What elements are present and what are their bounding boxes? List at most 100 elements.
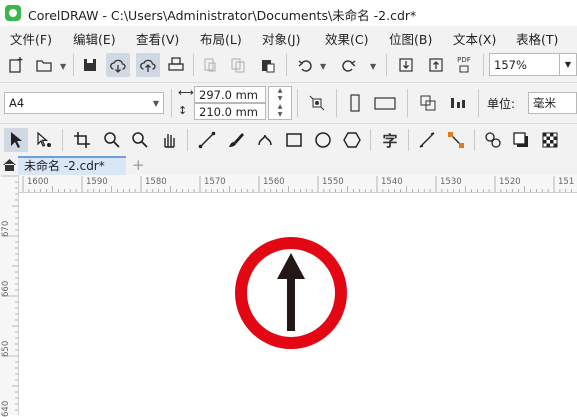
menu-text[interactable]: 文本(X) — [453, 29, 496, 48]
chevron-down-icon: ▼ — [152, 98, 159, 108]
menu-edit[interactable]: 编辑(E) — [73, 29, 116, 48]
export-icon[interactable] — [424, 53, 448, 77]
units-select[interactable]: 毫米 — [528, 92, 577, 114]
one-way-sign[interactable] — [233, 235, 349, 351]
separator — [62, 129, 63, 151]
ruler-label: 1520 — [499, 177, 521, 187]
menu-file[interactable]: 文件(F) — [10, 29, 52, 48]
redo-icon[interactable] — [336, 53, 360, 77]
cut-icon[interactable] — [198, 53, 222, 77]
menu-effects[interactable]: 效果(C) — [325, 29, 368, 48]
cloud-upload-icon[interactable] — [136, 53, 160, 77]
ellipse-tool-icon[interactable] — [311, 128, 335, 152]
ruler-label: 1600 — [27, 177, 49, 187]
drop-shadow-tool-icon[interactable] — [509, 128, 533, 152]
artistic-media-tool-icon[interactable] — [224, 128, 248, 152]
separator — [336, 89, 337, 117]
separator — [408, 129, 409, 151]
connector-tool-icon[interactable] — [444, 128, 468, 152]
zoom-level-field[interactable]: 157% — [489, 53, 560, 76]
zoom-dropdown-icon[interactable]: ▼ — [560, 53, 577, 76]
home-icon[interactable] — [2, 158, 17, 175]
landscape-orientation-icon[interactable] — [373, 91, 397, 115]
open-folder-icon[interactable] — [32, 53, 56, 77]
document-tab-strip: 未命名 -2.cdr* + — [0, 155, 577, 175]
ruler-label: 1590 — [86, 177, 108, 187]
title-bar: CorelDRAW - C:\Users\Administrator\Docum… — [0, 0, 577, 26]
page-size-value: A4 — [9, 96, 25, 110]
publish-pdf-icon[interactable]: PDF — [452, 53, 476, 77]
undo-dropdown-icon[interactable]: ▼ — [320, 62, 326, 71]
ruler-label: 1540 — [381, 177, 403, 187]
undo-icon[interactable] — [294, 53, 318, 77]
transparency-tool-icon[interactable] — [538, 128, 562, 152]
page-width-icon: ⟷ — [178, 86, 194, 99]
all-pages-icon[interactable] — [416, 91, 440, 115]
page-size-select[interactable]: A4 ▼ — [4, 92, 164, 114]
window-title: CorelDRAW - C:\Users\Administrator\Docum… — [28, 8, 417, 23]
paste-icon[interactable] — [256, 53, 280, 77]
ruler-label: 660 — [1, 280, 11, 297]
separator — [478, 89, 479, 117]
separator — [386, 54, 387, 76]
add-tab-icon[interactable]: + — [132, 156, 145, 174]
portrait-orientation-icon[interactable] — [343, 91, 367, 115]
ruler-label: 650 — [1, 340, 11, 357]
import-icon[interactable] — [394, 53, 418, 77]
dimension-tool-icon[interactable] — [415, 128, 439, 152]
menu-bitmap[interactable]: 位图(B) — [389, 29, 432, 48]
menu-object[interactable]: 对象(J) — [262, 29, 300, 48]
pick-tool-icon[interactable] — [4, 128, 28, 152]
horizontal-ruler[interactable]: 1600 1590 1580 1570 1560 1550 1540 1530 … — [18, 175, 577, 193]
page-width-field[interactable]: 297.0 mm — [194, 86, 266, 103]
page-size-stepper[interactable]: ▲ ▼ ▲ ▼ — [268, 86, 292, 120]
zoom-tool-icon[interactable] — [100, 128, 124, 152]
vertical-ruler[interactable]: 670 660 650 640 — [0, 175, 19, 417]
ruler-label: 1530 — [440, 177, 462, 187]
text-tool-icon[interactable]: 字 — [378, 128, 402, 152]
pen-tool-icon[interactable] — [253, 128, 277, 152]
ruler-label: 1570 — [204, 177, 226, 187]
open-dropdown-icon[interactable]: ▼ — [60, 62, 66, 71]
copy-icon[interactable] — [226, 53, 250, 77]
separator — [370, 129, 371, 151]
ruler-label: 151 — [558, 177, 575, 187]
zoom-out-icon[interactable] — [128, 128, 152, 152]
separator — [297, 89, 298, 117]
units-value: 毫米 — [533, 96, 556, 110]
separator — [407, 89, 408, 117]
pan-tool-icon[interactable] — [157, 128, 181, 152]
drawing-canvas[interactable] — [19, 193, 577, 415]
pdf-label: PDF — [457, 56, 471, 64]
redo-dropdown-icon[interactable]: ▼ — [370, 62, 376, 71]
property-bar: A4 ▼ ⟷ ↕ 297.0 mm 210.0 mm ▲ ▼ ▲ ▼ 单位: 毫米 — [0, 83, 577, 124]
print-icon[interactable] — [164, 53, 188, 77]
apply-to-all-pages-icon[interactable] — [305, 91, 329, 115]
save-icon[interactable] — [78, 53, 102, 77]
menu-table[interactable]: 表格(T) — [516, 29, 558, 48]
freehand-tool-icon[interactable] — [195, 128, 219, 152]
cloud-download-icon[interactable] — [106, 53, 130, 77]
tab-document[interactable]: 未命名 -2.cdr* — [18, 156, 126, 175]
rectangle-tool-icon[interactable] — [282, 128, 306, 152]
page-width-value: 297.0 mm — [199, 87, 258, 102]
separator — [286, 54, 287, 76]
blend-tool-icon[interactable] — [481, 128, 505, 152]
menu-view[interactable]: 查看(V) — [136, 29, 179, 48]
menu-layout[interactable]: 布局(L) — [200, 29, 242, 48]
page-height-field[interactable]: 210.0 mm — [194, 103, 266, 120]
separator — [193, 54, 194, 76]
page-height-icon: ↕ — [178, 104, 188, 117]
standard-toolbar: ▼ ▼ ▼ PDF 157% ▼ — [0, 48, 577, 83]
shape-tool-icon[interactable] — [32, 128, 56, 152]
units-label: 单位: — [487, 97, 516, 111]
coreldraw-logo-icon — [5, 5, 21, 21]
zoom-level-value: 157% — [494, 57, 527, 72]
new-document-icon[interactable] — [4, 53, 28, 77]
current-page-icon[interactable] — [446, 91, 470, 115]
separator — [483, 54, 484, 76]
ruler-label: 1580 — [145, 177, 167, 187]
crop-tool-icon[interactable] — [70, 128, 94, 152]
separator — [171, 89, 172, 117]
polygon-tool-icon[interactable] — [340, 128, 364, 152]
